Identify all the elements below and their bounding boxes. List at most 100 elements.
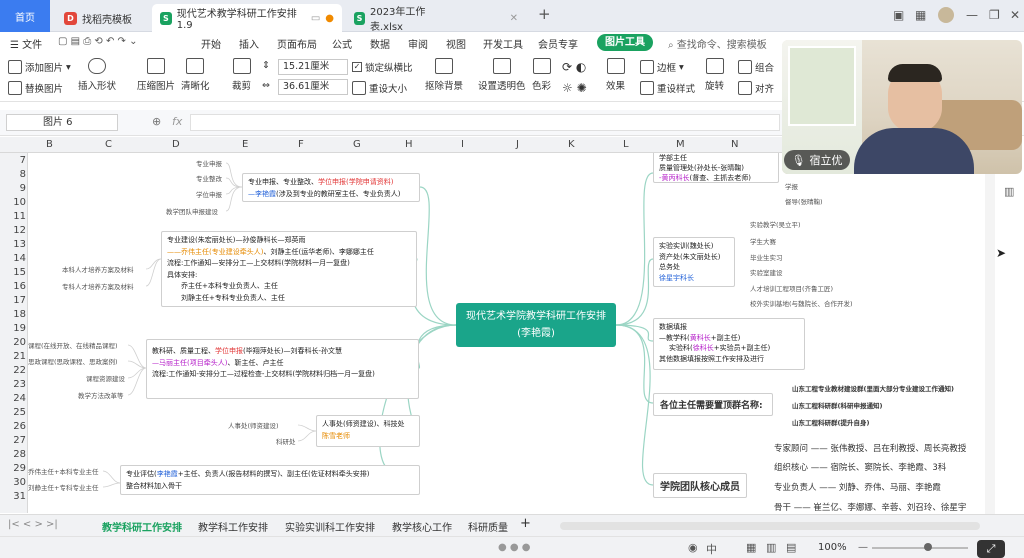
row-header-21[interactable]: 21 (0, 351, 26, 362)
height-field[interactable]: 15.21厘米 (278, 59, 348, 75)
home-tab[interactable]: 首页 (0, 0, 50, 32)
command-search[interactable]: ⌕ 查找命令、搜索模板 (668, 36, 767, 51)
row-header-25[interactable]: 25 (0, 407, 26, 418)
col-header-c[interactable]: C (105, 139, 112, 150)
node-major-evaluation[interactable]: 专业评估(李艳霞+主任、负责人(报告材料的撰写)、副主任(佐证材料牵头安排) 整… (120, 465, 420, 495)
replace-picture-button[interactable]: 替换图片 (8, 81, 63, 95)
normal-view-icon[interactable]: ▦ (746, 541, 756, 554)
row-header-9[interactable]: 9 (0, 183, 26, 194)
mindmap-center-node[interactable]: 现代艺术学院教学科研工作安排 (李艳霞) (456, 303, 616, 347)
col-header-n[interactable]: N (731, 139, 738, 150)
node-data-report[interactable]: 数据填报 —教学科(黄科长+副主任) 实验科(徐科长+实验员+副主任) 其他数据… (653, 318, 805, 370)
node-hr-research[interactable]: 人事处(师资建设)、科技处 陈雪老师 (316, 415, 420, 447)
zoom-out-icon[interactable]: — (858, 542, 868, 553)
page-layout-view-icon[interactable]: ▥ (766, 541, 776, 554)
menu-page-layout[interactable]: 页面布局 (277, 36, 317, 51)
menu-review[interactable]: 审阅 (408, 36, 428, 51)
align-button[interactable]: 对齐 (738, 81, 774, 95)
sheet-tab-research-quality[interactable]: 科研质量 (468, 519, 508, 534)
row-header-28[interactable]: 28 (0, 449, 26, 460)
horizontal-scrollbar[interactable] (560, 522, 980, 530)
restore-icon[interactable]: ❐ (989, 8, 1000, 22)
zoom-slider-thumb[interactable] (924, 543, 932, 551)
reset-style-button[interactable]: 重设样式 (640, 81, 695, 95)
col-header-d[interactable]: D (172, 139, 180, 150)
crop-button[interactable]: 裁剪 (232, 58, 251, 92)
row-header-15[interactable]: 15 (0, 267, 26, 278)
window-close-icon[interactable]: ✕ (1010, 8, 1020, 22)
clarify-button[interactable]: 清晰化 (181, 58, 210, 92)
menu-member[interactable]: 会员专享 (538, 36, 578, 51)
fullscreen-icon[interactable]: ⤢ (977, 540, 1005, 558)
tab-template[interactable]: D 找稻壳模板 (56, 4, 148, 32)
sheet-nav-arrows-icon[interactable]: |< < > >| (8, 519, 58, 530)
node-quality-mgmt[interactable]: 学部主任 质量管理处(孙处长-张晴鞠) -黄丙科长(督查、主抓去老师) (653, 153, 779, 183)
insert-shape-button[interactable]: 插入形状 (78, 58, 116, 92)
col-header-g[interactable]: G (353, 139, 361, 150)
sheet-tab-teaching-dept[interactable]: 教学科工作安排 (198, 519, 268, 534)
avatar[interactable] (938, 7, 954, 23)
fx-icon[interactable]: fx (172, 115, 182, 128)
col-header-l[interactable]: L (623, 139, 629, 150)
row-header-29[interactable]: 29 (0, 463, 26, 474)
rotate-picture-icon[interactable]: ⟳ ◐ (562, 60, 586, 74)
close-icon[interactable]: ✕ (510, 13, 518, 24)
name-box[interactable]: 图片 6 (6, 114, 118, 131)
page-break-view-icon[interactable]: ▤ (786, 541, 796, 554)
border-button[interactable]: 边框 ▾ (640, 60, 684, 74)
formula-input[interactable] (190, 114, 780, 131)
rotate-button[interactable]: 旋转 (705, 58, 724, 92)
vertical-scrollbar[interactable] (985, 137, 995, 514)
sheet-tab-teaching-core[interactable]: 教学核心工作 (392, 519, 452, 534)
row-header-20[interactable]: 20 (0, 337, 26, 348)
col-header-h[interactable]: H (405, 139, 413, 150)
node-research-quality[interactable]: 教科研、质量工程、学位申报(毕翔萍处长)—刘春科长-孙文慧 —马丽主任(项目牵头… (146, 339, 419, 399)
color-button[interactable]: 色彩 (532, 58, 551, 92)
row-header-23[interactable]: 23 (0, 379, 26, 390)
menu-view[interactable]: 视图 (446, 36, 466, 51)
set-transparent-button[interactable]: 设置透明色 (478, 58, 526, 92)
new-tab-button[interactable]: + (538, 5, 551, 23)
col-header-f[interactable]: F (298, 139, 304, 150)
eye-protect-icon[interactable]: ◉ (688, 541, 698, 554)
row-header-17[interactable]: 17 (0, 295, 26, 306)
tab-picture-tools[interactable]: 图片工具 (597, 34, 653, 51)
sheet-tab-lab-training[interactable]: 实验实训科工作安排 (285, 519, 375, 534)
sheet-grid[interactable]: 专业申报 专业整改 学位申报 教学团队申报建设 本科人才培养方案及材料 专科人才… (28, 153, 985, 513)
menu-insert[interactable]: 插入 (239, 36, 259, 51)
zoom-formula-icon[interactable]: ⊕ (152, 115, 161, 128)
node-pin-groups[interactable]: 各位主任需要置顶群名称: (653, 393, 773, 416)
zoom-level[interactable]: 100% (818, 542, 847, 553)
row-header-14[interactable]: 14 (0, 253, 26, 264)
row-header-16[interactable]: 16 (0, 281, 26, 292)
minimize-icon[interactable]: — (966, 8, 978, 22)
input-method-icon[interactable]: 中 (706, 541, 717, 557)
menu-developer[interactable]: 开发工具 (483, 36, 523, 51)
col-header-i[interactable]: I (461, 139, 464, 150)
zoom-slider[interactable] (872, 547, 968, 549)
reset-size-button[interactable]: 重设大小 (352, 81, 407, 95)
row-header-13[interactable]: 13 (0, 239, 26, 250)
col-header-e[interactable]: E (242, 139, 248, 150)
row-header-8[interactable]: 8 (0, 169, 26, 180)
row-header-10[interactable]: 10 (0, 197, 26, 208)
row-header-22[interactable]: 22 (0, 365, 26, 376)
node-major-building[interactable]: 专业建设(朱宏丽处长)—孙俊静科长—郑英雨 ——乔伟主任(专业建设牵头人)、刘静… (161, 231, 417, 307)
width-field[interactable]: 36.61厘米 (278, 79, 348, 95)
brightness-icon[interactable]: ☼ ✺ (562, 81, 587, 95)
side-panel-book-icon[interactable]: ▥ (1004, 185, 1014, 198)
row-header-11[interactable]: 11 (0, 211, 26, 222)
effect-button[interactable]: 效果 (606, 58, 625, 92)
group-button[interactable]: 组合 (738, 60, 774, 74)
row-header-18[interactable]: 18 (0, 309, 26, 320)
row-header-7[interactable]: 7 (0, 155, 26, 166)
lock-ratio-checkbox[interactable]: ✓ 锁定纵横比 (352, 60, 413, 74)
menu-file[interactable]: ☰ 文件 (10, 36, 42, 51)
add-picture-button[interactable]: 添加图片 ▾ (8, 60, 71, 74)
menu-data[interactable]: 数据 (370, 36, 390, 51)
menu-formula[interactable]: 公式 (332, 36, 352, 51)
row-header-12[interactable]: 12 (0, 225, 26, 236)
quick-access-toolbar[interactable]: ▢ ▤ ⎙ ⟲ ↶ ↷ ⌄ (58, 36, 137, 47)
menu-start[interactable]: 开始 (201, 36, 221, 51)
row-header-26[interactable]: 26 (0, 421, 26, 432)
